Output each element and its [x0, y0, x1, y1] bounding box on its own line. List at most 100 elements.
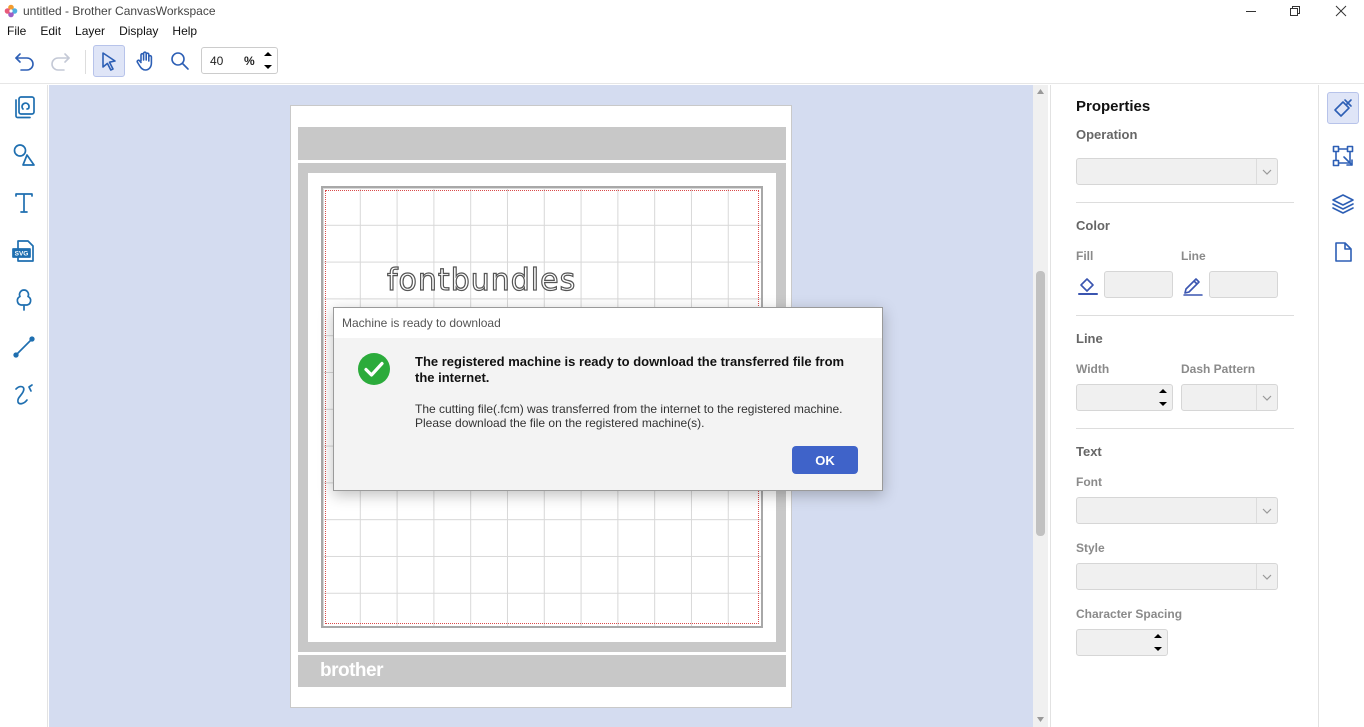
- right-tool-panel: [1318, 85, 1364, 727]
- left-tool-panel: SVG: [0, 85, 48, 727]
- select-tool-button[interactable]: [93, 45, 125, 77]
- menu-help[interactable]: Help: [165, 22, 204, 40]
- redo-button[interactable]: [44, 45, 76, 77]
- ok-button[interactable]: OK: [792, 446, 858, 474]
- toolbar-divider: [85, 50, 86, 74]
- freehand-tool-button[interactable]: [8, 379, 40, 411]
- dialog-message-line: The cutting file(.fcm) was transferred f…: [415, 402, 843, 416]
- app-logo-icon: [4, 4, 18, 18]
- scroll-down-icon[interactable]: [1036, 715, 1045, 723]
- style-select[interactable]: [1076, 563, 1278, 590]
- restore-button[interactable]: [1272, 0, 1318, 22]
- magnifier-icon: [171, 52, 189, 70]
- fill-bucket-icon[interactable]: [1076, 273, 1100, 297]
- zoom-tool-button[interactable]: [164, 45, 196, 77]
- zoom-unit: %: [244, 54, 255, 68]
- operation-select[interactable]: [1076, 158, 1278, 185]
- chevron-down-icon: [1262, 574, 1272, 580]
- text-tool-icon: [15, 193, 33, 213]
- line-pen-icon[interactable]: [1181, 273, 1205, 297]
- chevron-down-icon: [1262, 395, 1272, 401]
- canvas-vertical-scrollbar[interactable]: [1033, 85, 1048, 727]
- width-label: Width: [1076, 362, 1110, 376]
- dialog-headline: The registered machine is ready to downl…: [415, 354, 845, 385]
- cloud-shape-button[interactable]: [8, 283, 40, 315]
- toolbar: 40 %: [0, 40, 1364, 84]
- transform-tab-button[interactable]: [1327, 140, 1359, 172]
- pointer-icon: [102, 52, 116, 71]
- undo-button[interactable]: [9, 45, 41, 77]
- text-section-label: Text: [1076, 444, 1102, 459]
- success-check-icon: [358, 353, 390, 385]
- brand-logo: brother: [320, 660, 384, 681]
- zoom-input[interactable]: 40 %: [201, 47, 278, 74]
- hand-icon: [136, 51, 153, 71]
- close-icon: [1335, 5, 1347, 17]
- window-title: untitled - Brother CanvasWorkspace: [23, 4, 216, 18]
- templates-icon: [15, 96, 35, 119]
- font-dropdown[interactable]: [1256, 498, 1277, 523]
- paint-icon: [1334, 99, 1352, 117]
- mat-bottom-strip: brother: [298, 655, 786, 687]
- text-tool-button[interactable]: [8, 187, 40, 219]
- close-button[interactable]: [1318, 0, 1364, 22]
- menu-edit[interactable]: Edit: [33, 22, 68, 40]
- line-section-label: Line: [1076, 331, 1103, 346]
- style-label: Style: [1076, 541, 1105, 555]
- page-tab-button[interactable]: [1327, 236, 1359, 268]
- design-text-object[interactable]: fontbundles: [386, 262, 576, 298]
- divider: [1076, 202, 1294, 203]
- menu-file[interactable]: File: [0, 22, 33, 40]
- properties-tab-button[interactable]: [1327, 92, 1359, 124]
- svg-import-button[interactable]: SVG: [8, 235, 40, 267]
- properties-title: Properties: [1076, 98, 1151, 115]
- templates-button[interactable]: [8, 91, 40, 123]
- download-ready-dialog: Machine is ready to download The registe…: [333, 307, 883, 491]
- scroll-up-icon[interactable]: [1036, 88, 1045, 96]
- font-select[interactable]: [1076, 497, 1278, 524]
- minimize-icon: [1246, 11, 1256, 12]
- dialog-message: The cutting file(.fcm) was transferred f…: [415, 402, 865, 430]
- line-tool-icon: [13, 336, 35, 358]
- fill-color-field[interactable]: [1104, 271, 1173, 298]
- dialog-header: Machine is ready to download: [334, 308, 882, 338]
- pan-tool-button[interactable]: [129, 45, 161, 77]
- stepper-arrows-icon[interactable]: [1151, 630, 1165, 655]
- redo-icon: [51, 53, 70, 71]
- dash-pattern-select[interactable]: [1181, 384, 1278, 411]
- chevron-down-icon: [1262, 508, 1272, 514]
- minimize-button[interactable]: [1228, 0, 1274, 22]
- menu-layer[interactable]: Layer: [68, 22, 112, 40]
- color-section-label: Color: [1076, 218, 1110, 233]
- shapes-button[interactable]: [8, 139, 40, 171]
- menu-bar: File Edit Layer Display Help: [0, 22, 204, 40]
- freehand-tool-icon: [15, 384, 33, 405]
- restore-icon: [1290, 6, 1300, 16]
- dash-pattern-dropdown[interactable]: [1256, 385, 1277, 410]
- stepper-arrows-icon[interactable]: [1156, 385, 1170, 410]
- zoom-stepper-icon[interactable]: [259, 48, 277, 73]
- transform-icon: [1332, 145, 1354, 167]
- operation-dropdown[interactable]: [1256, 159, 1277, 184]
- zoom-value[interactable]: 40: [210, 54, 223, 68]
- dash-pattern-label: Dash Pattern: [1181, 362, 1256, 376]
- line-color-field[interactable]: [1209, 271, 1278, 298]
- title-bar: untitled - Brother CanvasWorkspace: [0, 0, 1364, 22]
- scrollbar-thumb[interactable]: [1036, 271, 1045, 536]
- layers-tab-button[interactable]: [1327, 188, 1359, 220]
- line-width-stepper[interactable]: [1076, 384, 1173, 411]
- cloud-shape-icon: [16, 289, 32, 311]
- divider: [1076, 428, 1294, 429]
- dialog-title: Machine is ready to download: [342, 316, 501, 330]
- mat-top-strip: [298, 127, 786, 160]
- line-color-label: Line: [1181, 249, 1206, 263]
- svg-text:SVG: SVG: [15, 251, 29, 258]
- style-dropdown[interactable]: [1256, 564, 1277, 589]
- operation-label: Operation: [1076, 127, 1138, 142]
- dialog-close-icon[interactable]: [860, 315, 874, 329]
- character-spacing-stepper[interactable]: [1076, 629, 1168, 656]
- shapes-icon: [13, 144, 35, 166]
- undo-icon: [15, 53, 34, 71]
- line-tool-button[interactable]: [8, 331, 40, 363]
- menu-display[interactable]: Display: [112, 22, 165, 40]
